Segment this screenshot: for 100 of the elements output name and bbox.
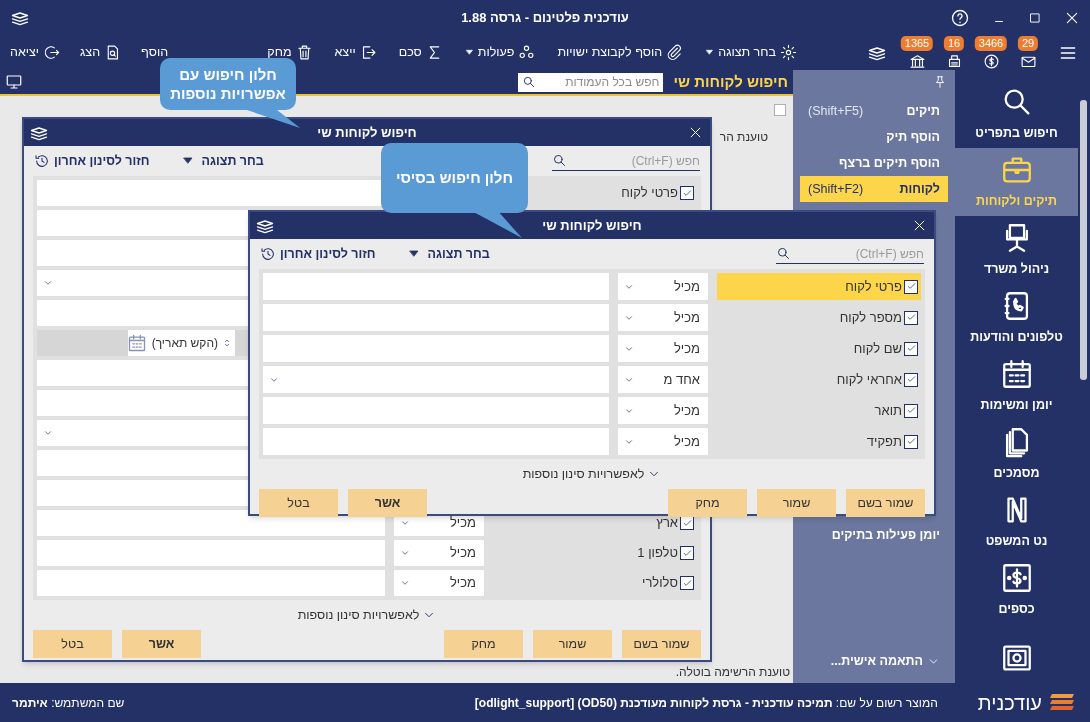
toolbar-button[interactable]: הוסף לקבוצת ישויות [557,43,684,62]
nav-item[interactable]: מסמכים [955,420,1078,488]
value-field[interactable] [37,540,385,566]
user-text: שם המשתמש: איתמר [12,694,125,712]
field-cell[interactable]: שם לקוח [717,335,921,362]
checkbox[interactable] [774,104,786,116]
operator-dropdown[interactable]: מכיל [618,428,708,455]
checkbox[interactable] [904,403,918,418]
field-label: פרטי לקוח [621,184,678,203]
building-icon[interactable] [908,52,926,70]
toolbar-button[interactable]: סכם [398,43,443,62]
toolbar-button[interactable]: ייצא [334,43,377,62]
action-button[interactable]: מחק [444,630,523,658]
restore-filter-button[interactable]: חזור לסינון אחרון [260,244,376,264]
field-cell[interactable]: תפקיד [717,428,921,455]
view-button[interactable]: בחר תצוגה [181,151,264,171]
restore-filter-button[interactable]: חזור לסינון אחרון [34,151,150,171]
value-field[interactable] [263,397,609,424]
value-field[interactable] [37,570,385,596]
operator-dropdown[interactable]: מכיל [618,304,708,331]
paperclip-icon [666,44,684,61]
checkbox[interactable] [904,310,918,325]
checkbox[interactable] [680,576,694,590]
toolbar-button[interactable]: פעולות [464,43,536,62]
value-field[interactable] [263,428,609,455]
scrollbar-thumb[interactable] [1080,100,1087,380]
checkbox[interactable] [904,279,918,294]
checkbox[interactable] [680,186,694,200]
operator-dropdown[interactable]: אחד מ [618,366,708,393]
value-field[interactable] [263,273,609,300]
field-label: שם לקוח [853,339,902,358]
field-cell[interactable]: סלולרי [493,570,697,596]
nav-item[interactable]: כספים [955,556,1078,624]
chevron-icon [43,278,53,288]
count-badge: 1365 [900,35,934,51]
check-icon [681,517,693,529]
pin-icon[interactable] [933,75,947,89]
action-button[interactable]: שמור [757,489,836,517]
operator-dropdown[interactable]: מכיל [618,397,708,424]
checkbox[interactable] [904,372,918,387]
operator-dropdown[interactable]: מכיל [618,273,708,300]
toolbar-button[interactable]: הצג [80,43,122,62]
search-field[interactable]: חפש (Ctrl+F) [776,244,924,264]
operator-dropdown[interactable]: מכיל [618,335,708,362]
search-field[interactable]: חפש (Ctrl+F) [552,151,700,171]
action-button[interactable]: אשר [122,630,201,658]
operator-dropdown[interactable]: מכיל [394,540,484,566]
dollar-coin-icon[interactable] [982,52,1000,70]
value-field[interactable] [263,335,609,362]
menu-item[interactable]: הוסף תיקים ברצף [800,150,948,176]
search-input[interactable]: חפש (Ctrl+F) [795,244,924,263]
chevron-icon [400,578,410,588]
more-options-button[interactable]: לאפשרויות סינון נוספות [297,605,437,625]
view-button[interactable]: בחר תצוגה [407,244,490,264]
menu-item[interactable]: יומן פעילות בתיקים [800,522,948,548]
gear-icon [780,44,797,61]
search-field[interactable]: חפש בכל העמודות [518,72,664,92]
action-button[interactable]: אשר [348,489,427,517]
action-button[interactable]: שמור בשם [846,489,925,517]
search-input[interactable]: חפש בכל העמודות [540,73,660,91]
operator-dropdown[interactable]: מכיל [394,570,484,596]
action-button[interactable]: שמור [533,630,612,658]
nav-item[interactable]: חיפוש בתפריט [955,80,1078,148]
nav-item[interactable]: נט המשפט [955,488,1078,556]
field-cell[interactable]: טלפון 1 [493,540,697,566]
field-label: סלולרי [642,574,678,593]
dialog-title: חיפוש לקוחות שי [542,216,642,235]
customize-button[interactable]: התאמה אישית... [830,652,940,671]
monitor-icon[interactable] [5,73,23,91]
checkbox[interactable] [904,434,918,449]
search-icon [522,75,537,89]
trash-icon [295,44,313,61]
action-button[interactable]: בטל [33,630,112,658]
action-button[interactable]: שמור בשם [622,630,701,658]
checkbox[interactable] [680,546,694,560]
action-button[interactable]: בטל [259,489,338,517]
date-field[interactable]: (הקש תאריך) [128,330,235,356]
field-label: תואר [874,401,902,420]
search-icon [776,246,791,261]
action-button[interactable]: מחק [668,489,747,517]
field-cell[interactable]: מספר לקוח [717,304,921,331]
check-icon [681,187,693,199]
brand-name: עודכנית [977,690,1042,716]
field-cell[interactable]: אחראי לקוח [717,366,921,393]
help-icon[interactable] [950,7,970,28]
field-label: פרטי לקוח [845,277,902,296]
nav-item[interactable]: יומן ומשימות [955,352,1078,420]
field-cell[interactable]: תואר [717,397,921,424]
field-cell[interactable]: פרטי לקוח [717,273,921,300]
toolbar-button[interactable]: בחר תצוגה [705,43,797,62]
more-options-button[interactable]: לאפשרויות סינון נוספות [522,464,662,484]
value-field[interactable] [263,304,609,331]
toolbar-button[interactable]: יציאה [10,43,61,62]
dialog-title: חיפוש לקוחות שי [317,123,417,142]
checkbox[interactable] [904,341,918,356]
nav-item[interactable]: טלפונים והודעות [955,284,1078,352]
nav-item[interactable]: ניהול משרד [955,216,1078,284]
search-input[interactable]: חפש (Ctrl+F) [571,151,700,170]
maximize-button[interactable] [1028,10,1042,25]
menu-item[interactable]: הוסף תיק [800,124,948,150]
